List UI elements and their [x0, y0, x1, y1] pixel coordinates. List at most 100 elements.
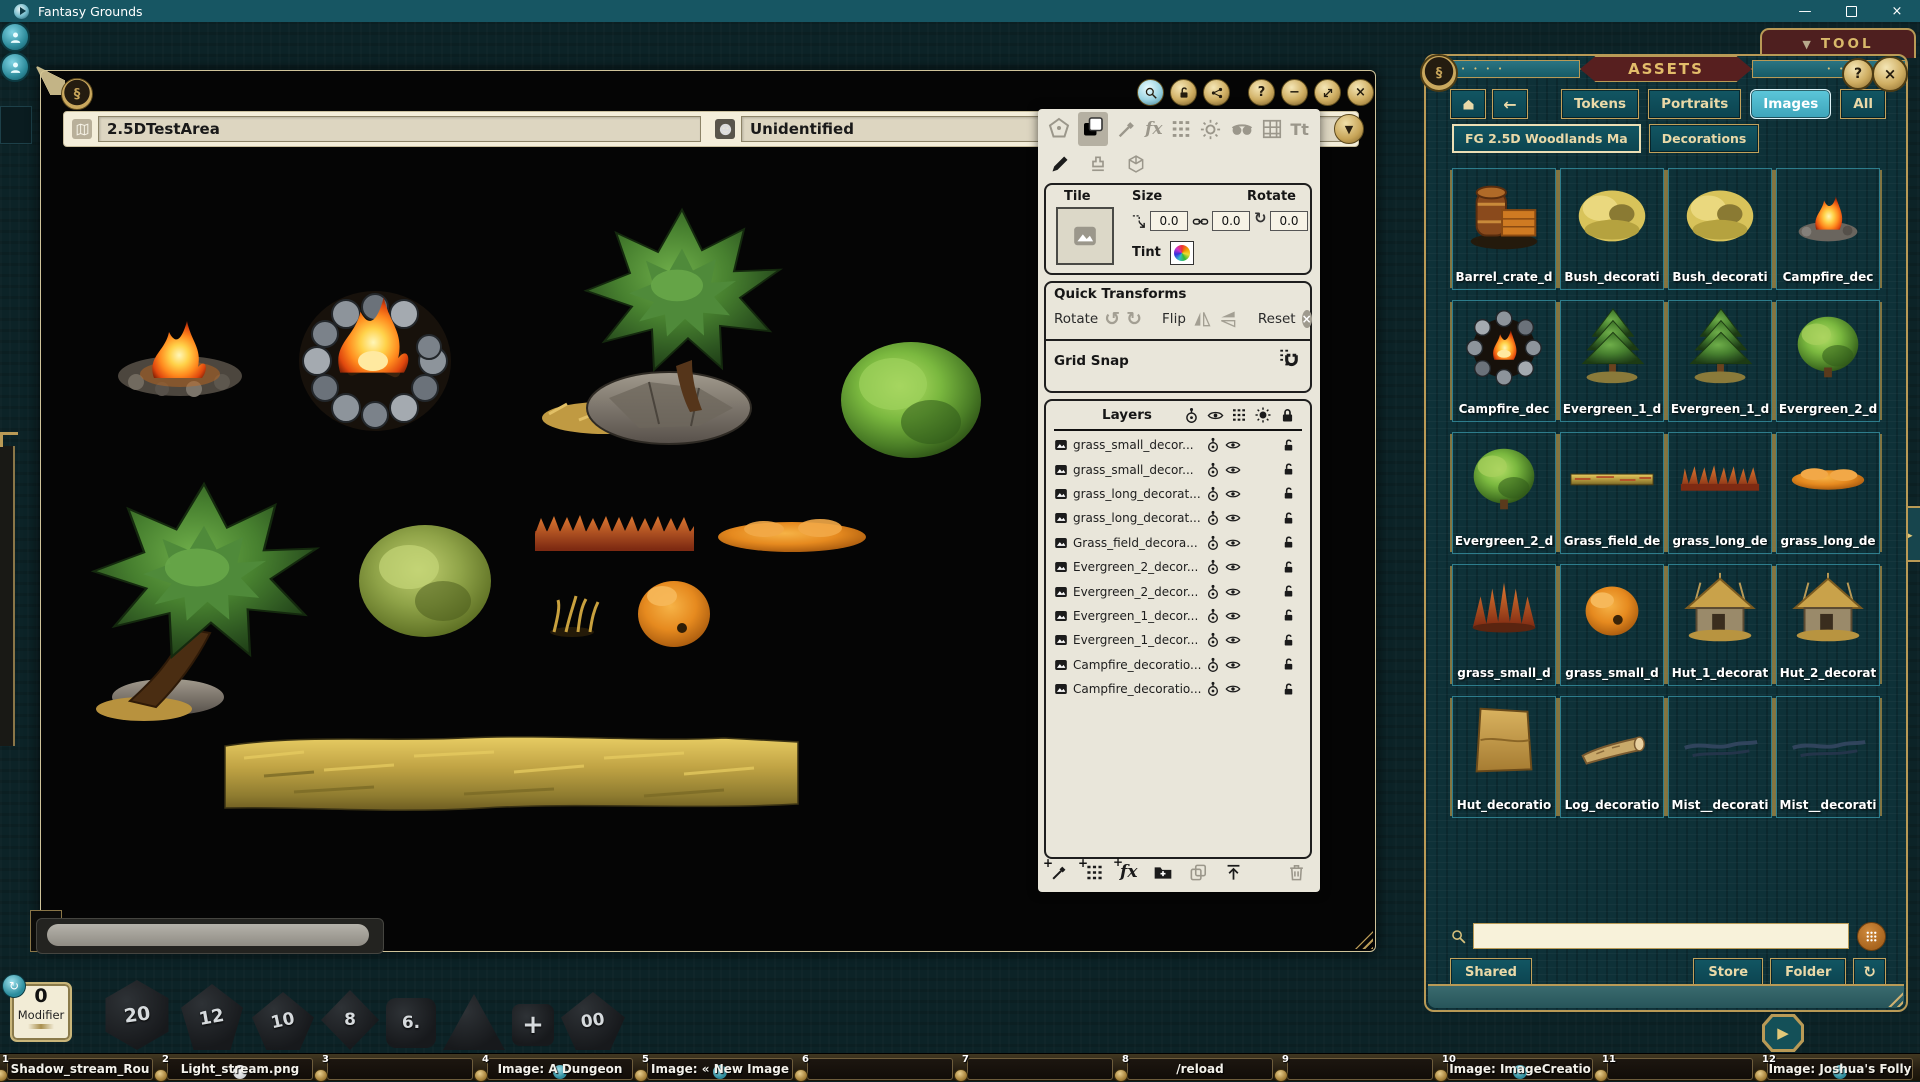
search-input[interactable]: [1473, 923, 1849, 949]
grass-long-orange[interactable]: [718, 519, 866, 552]
breadcrumb[interactable]: Decorations: [1649, 124, 1760, 153]
layer-target-icon[interactable]: [1205, 584, 1221, 600]
size-width-input[interactable]: [1150, 211, 1188, 231]
close-button[interactable]: ×: [1874, 0, 1920, 22]
taskbar-slot[interactable]: 5 Image: « New Image: [640, 1054, 800, 1081]
back-icon[interactable]: ←: [1492, 89, 1528, 119]
taskbar-slot[interactable]: 10 Image: ImageCreatio: [1440, 1054, 1600, 1081]
layer-target-icon[interactable]: [1205, 632, 1221, 648]
asset-tile[interactable]: Mist__decorati: [1668, 696, 1772, 818]
layer-visibility-icon[interactable]: [1225, 681, 1241, 697]
taskbar-slot[interactable]: 1 Shadow_stream_Rou: [0, 1054, 160, 1081]
tiles-tool-icon[interactable]: [1170, 118, 1192, 140]
asset-tile[interactable]: Campfire_dec: [1452, 300, 1556, 422]
asset-tile[interactable]: grass_long_de: [1776, 432, 1880, 554]
grass-field-band[interactable]: [225, 737, 798, 810]
taskbar-slot[interactable]: 2 Light_stream.png: [160, 1054, 320, 1081]
mask-tool-icon[interactable]: [1230, 117, 1254, 141]
layer-unlock-icon[interactable]: [1281, 511, 1296, 526]
size-height-input[interactable]: [1212, 211, 1250, 231]
text-tool-icon[interactable]: Tt: [1290, 120, 1309, 139]
dot-grid-icon[interactable]: [1857, 922, 1886, 951]
taskbar-slot[interactable]: 3: [320, 1054, 480, 1081]
move-layer-up-icon[interactable]: [1224, 863, 1243, 882]
assets-tab[interactable]: Portraits: [1648, 89, 1741, 119]
layer-target-icon[interactable]: [1205, 657, 1221, 673]
grass-tuft-small[interactable]: [550, 596, 598, 637]
layer-unlock-icon[interactable]: [1281, 486, 1296, 501]
layer-unlock-icon[interactable]: [1281, 682, 1296, 697]
layer-visibility-icon[interactable]: [1225, 486, 1241, 502]
unlock-icon[interactable]: [1170, 79, 1197, 106]
window-minimize-icon[interactable]: −: [1281, 79, 1308, 106]
asset-tile[interactable]: Evergreen_1_d: [1560, 300, 1664, 422]
layer-row[interactable]: Evergreen_2_decor...: [1046, 579, 1310, 603]
asset-tile[interactable]: Evergreen_1_d: [1668, 300, 1772, 422]
asset-tile[interactable]: Hut_2_decorat: [1776, 564, 1880, 686]
grass-blob-orange[interactable]: [638, 581, 710, 647]
bush-middle[interactable]: [359, 525, 491, 637]
layer-target-icon[interactable]: [1205, 462, 1221, 478]
taskbar-slot[interactable]: 7: [960, 1054, 1120, 1081]
campfire-small[interactable]: [118, 321, 242, 397]
layer-row[interactable]: Grass_field_decora...: [1046, 531, 1310, 555]
refresh-icon[interactable]: ↻: [1853, 958, 1886, 986]
layer-target-icon[interactable]: [1205, 510, 1221, 526]
layer-target-icon[interactable]: [1205, 608, 1221, 624]
layer-visibility-icon[interactable]: [1225, 462, 1241, 478]
layer-unlock-icon[interactable]: [1281, 560, 1296, 575]
taskbar-slot[interactable]: 9: [1280, 1054, 1440, 1081]
asset-tile[interactable]: Evergreen_2_d: [1452, 432, 1556, 554]
dice-tool-icon[interactable]: [1047, 117, 1071, 141]
campfire-stone-ring[interactable]: [299, 291, 451, 431]
layer-visibility-icon[interactable]: [1225, 535, 1241, 551]
layers-tiles-icon[interactable]: [1231, 407, 1247, 423]
layer-row[interactable]: Campfire_decoratio...: [1046, 653, 1310, 677]
chevron-down-icon[interactable]: ▼: [1334, 114, 1364, 144]
layer-row[interactable]: Campfire_decoratio...: [1046, 677, 1310, 701]
layer-visibility-icon[interactable]: [1225, 657, 1241, 673]
layer-visibility-icon[interactable]: [1225, 584, 1241, 600]
maximize-button[interactable]: [1828, 0, 1874, 22]
asset-tile[interactable]: grass_small_d: [1560, 564, 1664, 686]
die[interactable]: 6.: [386, 998, 436, 1048]
shared-button[interactable]: Shared: [1450, 958, 1532, 986]
die[interactable]: 12: [179, 984, 245, 1050]
share-icon[interactable]: [1203, 79, 1230, 106]
die[interactable]: 20: [102, 980, 172, 1050]
minimize-button[interactable]: —: [1782, 0, 1828, 22]
layer-target-icon[interactable]: [1205, 681, 1221, 697]
layer-target-icon[interactable]: [1205, 486, 1221, 502]
breadcrumb[interactable]: FG 2.5D Woodlands Ma: [1452, 124, 1641, 153]
layer-row[interactable]: Evergreen_1_decor...: [1046, 628, 1310, 652]
play-button[interactable]: ▶: [1762, 1014, 1804, 1052]
taskbar-slot[interactable]: 4 Image: A Dungeon: [480, 1054, 640, 1081]
asset-tile[interactable]: grass_small_d: [1452, 564, 1556, 686]
light-tool-icon[interactable]: [1199, 118, 1222, 141]
add-tile-layer-icon[interactable]: [1085, 863, 1104, 882]
duplicate-layer-icon[interactable]: [1189, 863, 1208, 882]
evergreen-large[interactable]: [94, 484, 317, 721]
taskbar-slot[interactable]: 6: [800, 1054, 960, 1081]
layer-unlock-icon[interactable]: [1281, 438, 1296, 453]
assets-help-icon[interactable]: ?: [1842, 58, 1874, 90]
add-folder-icon[interactable]: [1153, 862, 1173, 882]
folder-button[interactable]: Folder: [1770, 958, 1846, 986]
assets-tab[interactable]: All: [1840, 89, 1886, 119]
asset-tile[interactable]: grass_long_de: [1668, 432, 1772, 554]
flip-vertical-icon[interactable]: [1218, 309, 1238, 329]
tint-color-swatch[interactable]: [1170, 241, 1194, 265]
die[interactable]: +: [512, 1004, 554, 1046]
asset-tile[interactable]: Mist__decorati: [1776, 696, 1880, 818]
layer-visibility-icon[interactable]: [1225, 437, 1241, 453]
add-fx-layer-icon[interactable]: fx: [1120, 862, 1137, 882]
layer-visibility-icon[interactable]: [1225, 608, 1241, 624]
layers-lock-all-icon[interactable]: [1279, 407, 1296, 424]
grid-tool-icon[interactable]: [1261, 118, 1283, 140]
layer-row[interactable]: grass_small_decor...: [1046, 433, 1310, 457]
tile-thumbnail[interactable]: [1056, 207, 1114, 265]
image-name-field[interactable]: [98, 116, 701, 142]
die[interactable]: [443, 994, 505, 1050]
layer-visibility-icon[interactable]: [1225, 632, 1241, 648]
taskbar-slot[interactable]: 8 /reload: [1120, 1054, 1280, 1081]
